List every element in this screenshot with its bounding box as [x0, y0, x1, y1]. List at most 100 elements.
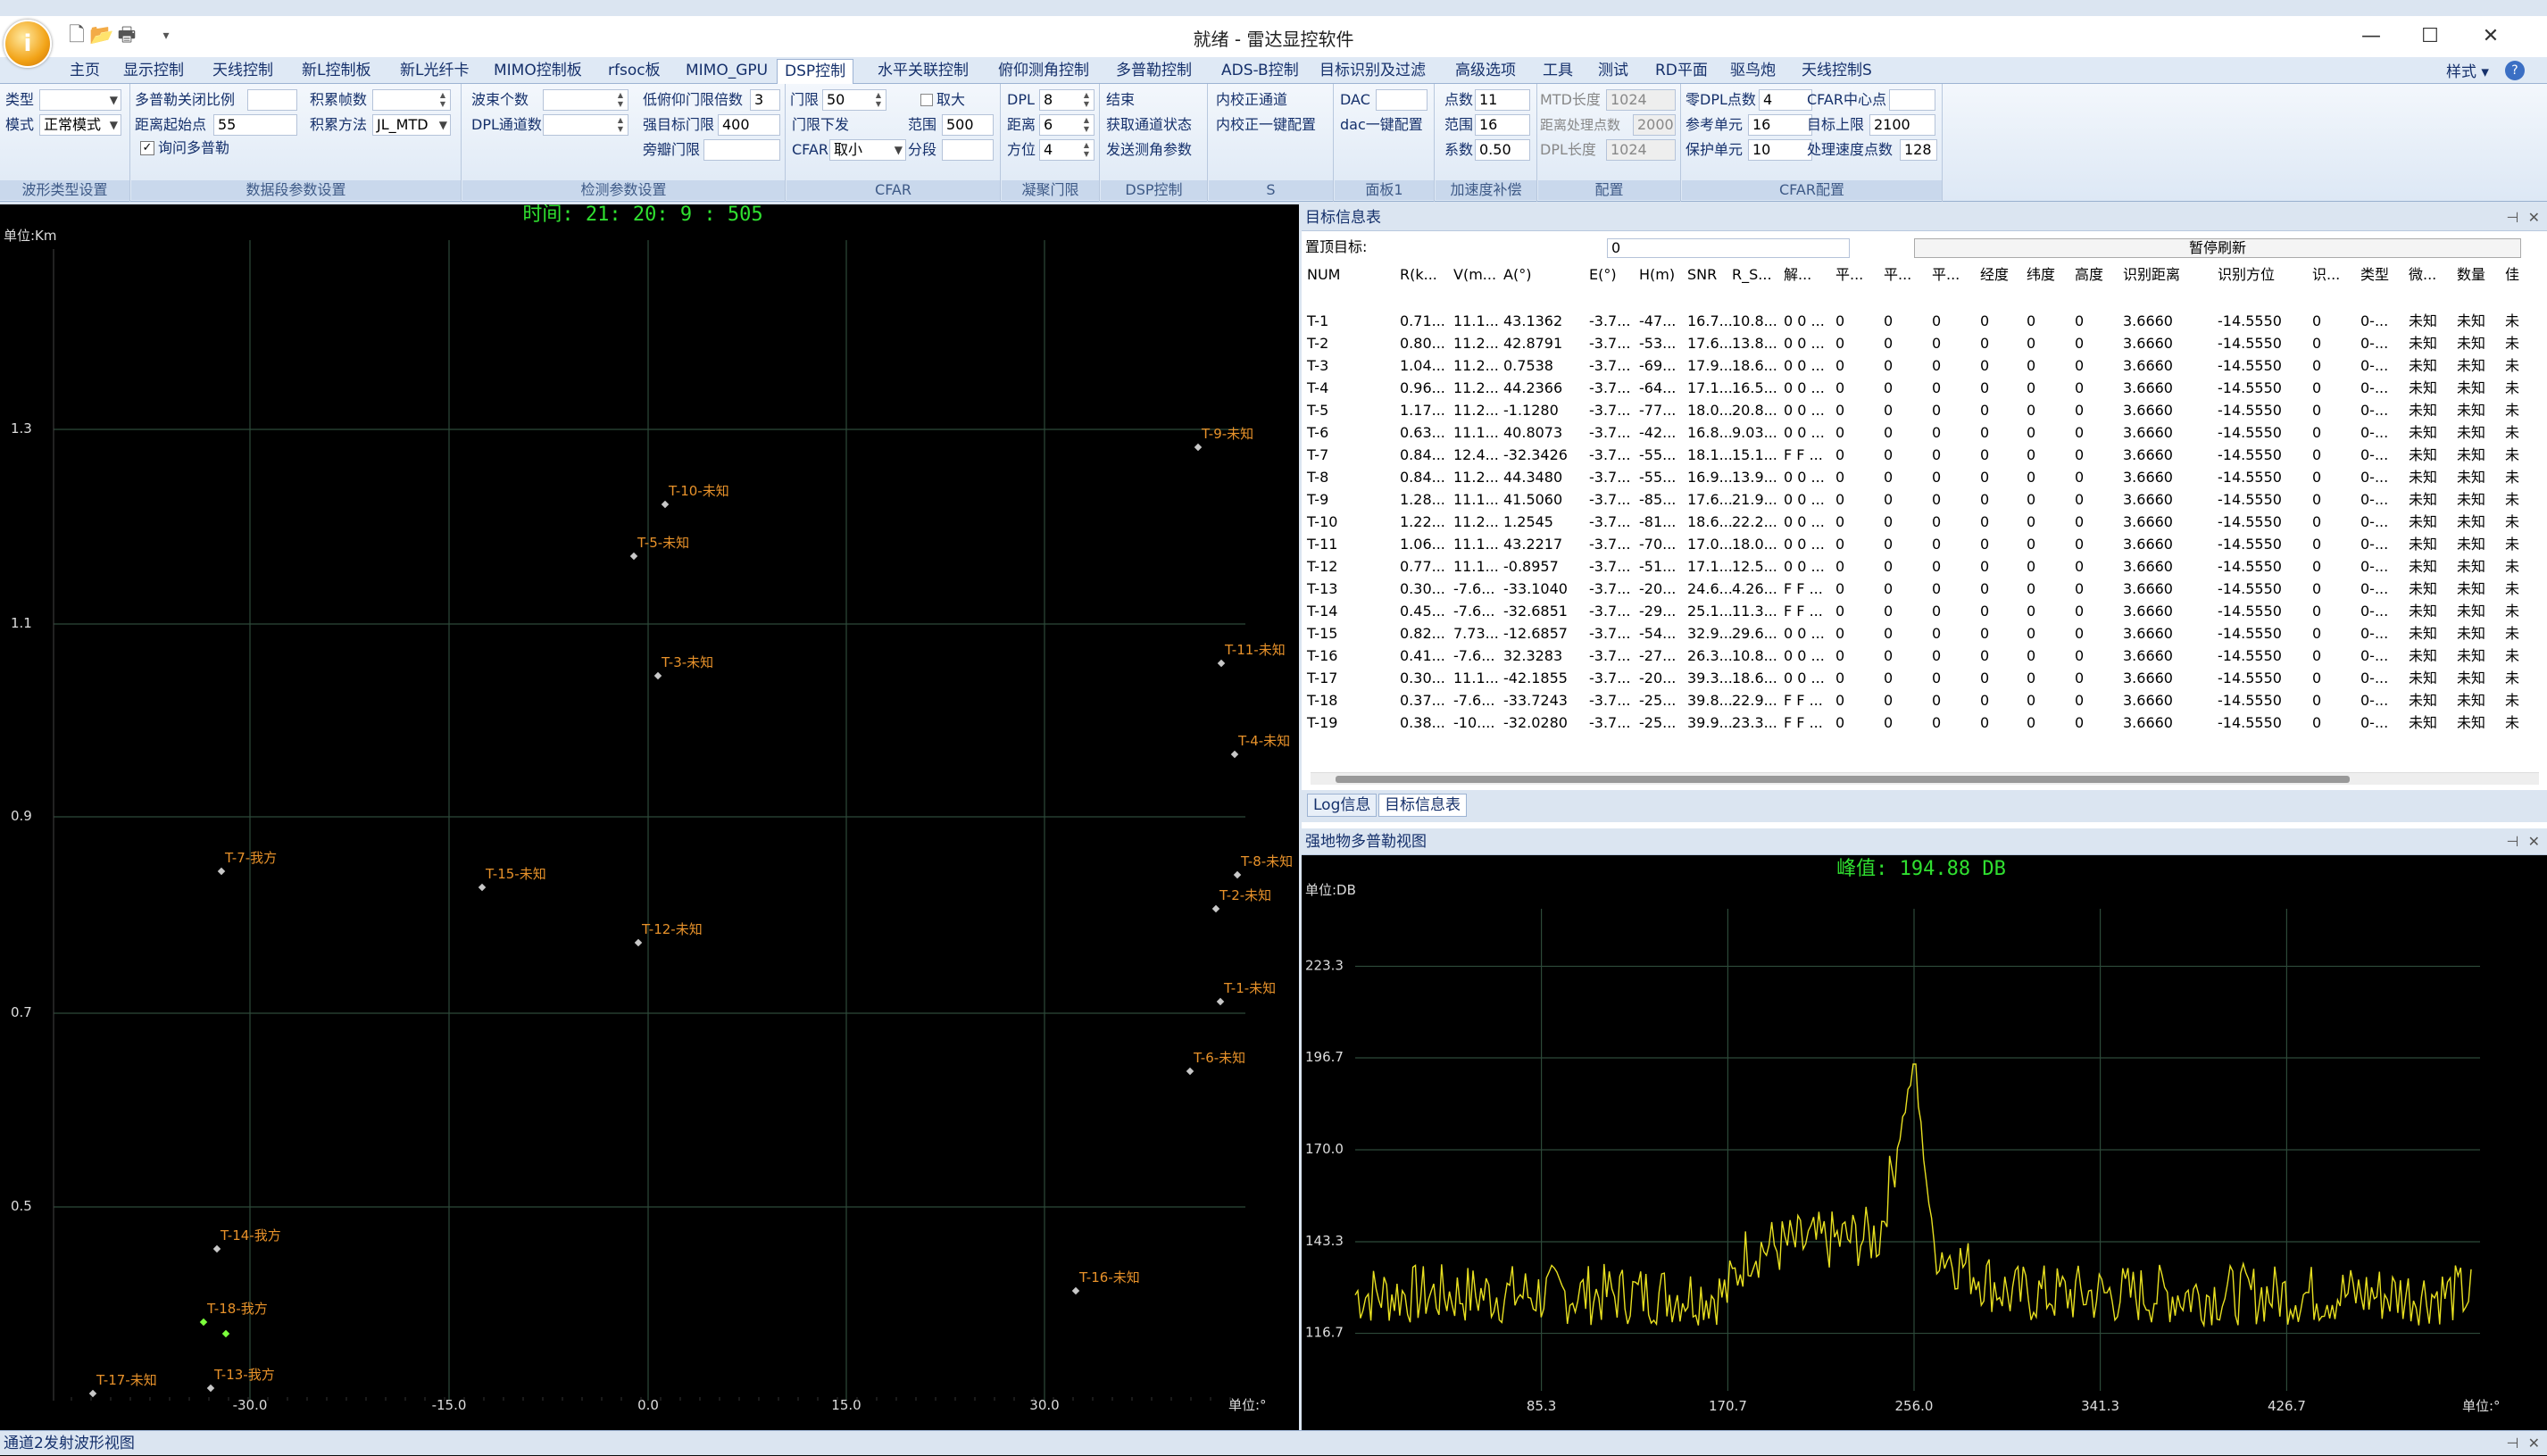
radar-target[interactable]: T-9-未知 — [1194, 426, 1253, 452]
table-header[interactable]: R_S... — [1732, 266, 1772, 284]
points-input[interactable]: 11 — [1475, 89, 1530, 111]
table-row[interactable]: T-9 1.28... 11.1... 41.5060 -3.7... -85... 17.… — [1306, 491, 2519, 508]
tab-5[interactable]: MIMO控制板 — [487, 59, 589, 84]
radar-target[interactable]: T-13-我方 — [206, 1367, 275, 1393]
table-row[interactable]: T-14 0.45... -7.6... -32.6851 -3.7... -29... 2… — [1306, 603, 2519, 620]
tab-7[interactable]: MIMO_GPU — [678, 59, 775, 84]
tab-3[interactable]: 新L控制板 — [295, 59, 378, 84]
radar-target-marker[interactable] — [1071, 1286, 1080, 1295]
radar-target-marker[interactable] — [221, 1329, 230, 1338]
beam-count-input[interactable]: ▲ ▼ — [543, 89, 628, 111]
radar-target-marker[interactable] — [629, 552, 638, 561]
table-row[interactable]: T-12 0.77... 11.1... -0.8957 -3.7... -51... 17… — [1306, 558, 2519, 575]
table-header[interactable]: 平... — [1835, 266, 1863, 283]
style-menu[interactable]: 样式 ▾ — [2446, 59, 2489, 81]
radar-target-marker[interactable] — [1211, 904, 1220, 913]
radar-target[interactable]: T-4-未知 — [1230, 733, 1290, 759]
calib-config-button[interactable]: 内校正一键配置 — [1216, 114, 1316, 136]
panel-close-icon[interactable]: ✕ — [2528, 209, 2540, 226]
accum-frames-input[interactable]: ▲ ▼ — [372, 89, 451, 111]
tab-2[interactable]: 天线控制 — [205, 59, 280, 84]
calib-channel-button[interactable]: 内校正通道 — [1216, 89, 1287, 111]
tab-6[interactable]: rfsoc板 — [601, 59, 668, 84]
tab-17[interactable]: RD平面 — [1648, 59, 1715, 84]
ask-doppler-checkbox[interactable]: ✓ — [140, 141, 154, 155]
pin-icon[interactable]: ⊣ — [2506, 209, 2518, 226]
pin-target-input[interactable]: 0 — [1607, 238, 1850, 258]
table-header[interactable]: 高度 — [2075, 266, 2103, 283]
dist-input[interactable]: 6 ▲ ▼ — [1039, 114, 1095, 136]
table-scrollbar[interactable] — [1311, 772, 2539, 785]
tab-log[interactable]: Log信息 — [1307, 794, 1378, 817]
radar-target[interactable]: T-3-未知 — [653, 654, 713, 680]
send-angle-button[interactable]: 发送测角参数 — [1106, 139, 1192, 161]
strong-gate-input[interactable]: 400 — [718, 114, 780, 136]
gate-down-button[interactable]: 门限下发 — [792, 114, 849, 136]
table-row[interactable]: T-8 0.84... 11.2... 44.3480 -3.7... -55... 16.… — [1306, 469, 2519, 486]
speed-points-input[interactable]: 128 — [1900, 139, 1937, 161]
help-icon[interactable]: ? — [2505, 61, 2525, 80]
radar-target[interactable]: T-10-未知 — [661, 483, 729, 509]
radar-target[interactable]: T-14-我方 — [212, 1227, 281, 1253]
table-row[interactable]: T-7 0.84... 12.4... -32.3426 -3.7... -55... 18… — [1306, 446, 2519, 463]
dac-input[interactable] — [1376, 89, 1427, 111]
table-row[interactable]: T-3 1.04... 11.2... 0.7538 -3.7... -69... 17.9… — [1306, 357, 2519, 374]
doppler-close-input[interactable] — [247, 89, 297, 111]
table-row[interactable]: T-6 0.63... 11.1... 40.8073 -3.7... -42... 16.… — [1306, 424, 2519, 441]
tab-1[interactable]: 显示控制 — [116, 59, 191, 84]
radar-target[interactable]: T-5-未知 — [629, 535, 689, 561]
app-menu-button[interactable]: i — [4, 20, 52, 68]
pause-refresh-button[interactable]: 暂停刷新 — [1914, 238, 2521, 258]
radar-target-marker[interactable] — [1217, 659, 1226, 668]
radar-target[interactable]: T-1-未知 — [1216, 980, 1276, 1006]
guard-unit-input[interactable]: 10 — [1748, 139, 1812, 161]
take-max-checkbox[interactable] — [920, 94, 933, 106]
pin-icon[interactable]: ⊣ — [2506, 1435, 2518, 1452]
table-row[interactable]: T-11 1.06... 11.1... 43.2217 -3.7... -70... 17… — [1306, 536, 2519, 553]
table-row[interactable]: T-5 1.17... 11.2... -1.1280 -3.7... -77... 18.… — [1306, 402, 2519, 419]
segment-input[interactable] — [942, 139, 994, 161]
maximize-button[interactable]: ☐ — [2401, 20, 2459, 54]
table-header[interactable]: E(°) — [1589, 266, 1617, 283]
tab-19[interactable]: 天线控制S — [1794, 59, 1879, 84]
cfar-select[interactable]: 取小 ▼ — [829, 139, 906, 161]
range-input[interactable]: 500 — [942, 114, 994, 136]
table-header[interactable]: H(m) — [1639, 266, 1675, 283]
tab-10[interactable]: 俯仰测角控制 — [991, 59, 1096, 84]
table-row[interactable]: T-1 0.71... 11.1... 43.1362 -3.7... -47... 16.… — [1306, 312, 2519, 329]
radar-target-marker[interactable] — [206, 1384, 215, 1393]
table-header[interactable]: 识别距离 — [2123, 266, 2180, 283]
table-row[interactable]: T-2 0.80... 11.2... 42.8791 -3.7... -53... 17.… — [1306, 335, 2519, 352]
accum-method-select[interactable]: JL_MTD ▼ — [372, 114, 451, 136]
table-row[interactable]: T-17 0.30... 11.1... -42.1855 -3.7... -20... 3… — [1306, 670, 2519, 686]
gate-input[interactable]: 50 ▲ ▼ — [822, 89, 886, 111]
table-header[interactable]: R(k... — [1400, 266, 1437, 283]
table-header[interactable]: A(°) — [1503, 266, 1531, 283]
azi-input[interactable]: 4 ▲ ▼ — [1039, 139, 1095, 161]
table-header[interactable]: 识别方位 — [2218, 266, 2275, 283]
table-header[interactable]: SNR — [1687, 266, 1717, 283]
tab-13[interactable]: 目标识别及过滤 — [1312, 59, 1433, 84]
radar-target-marker[interactable] — [1194, 443, 1203, 452]
table-header[interactable]: 佳 — [2505, 266, 2519, 283]
tab-target-info[interactable]: 目标信息表 — [1378, 794, 1467, 817]
get-state-button[interactable]: 获取通道状态 — [1106, 114, 1192, 136]
table-header[interactable]: V(m... — [1453, 266, 1496, 283]
tab-18[interactable]: 驱鸟炮 — [1723, 59, 1783, 84]
dac-config-button[interactable]: dac一键配置 — [1340, 114, 1423, 136]
radar-target[interactable]: T-11-未知 — [1217, 642, 1286, 668]
table-row[interactable]: T-15 0.82... 7.73... -12.6857 -3.7... -54... 3… — [1306, 625, 2519, 642]
table-row[interactable]: T-19 0.38... -10.... -32.0280 -3.7... -25... 3… — [1306, 714, 2519, 731]
table-row[interactable]: T-10 1.22... 11.2... 1.2545 -3.7... -81... 18.… — [1306, 513, 2519, 530]
table-header[interactable]: 经度 — [1980, 266, 2009, 283]
radar-view[interactable]: 时间: 21: 20: 9 : 505 单位:Km 单位:° 1.3 1.1 0.9… — [0, 204, 1299, 1430]
table-header[interactable]: 平... — [1932, 266, 1960, 283]
tab-4[interactable]: 新L光纤卡 — [393, 59, 476, 84]
tab-15[interactable]: 工具 — [1536, 59, 1580, 84]
radar-target[interactable]: T-6-未知 — [1186, 1050, 1245, 1076]
range2-input[interactable]: 16 — [1475, 114, 1530, 136]
ref-unit-input[interactable]: 16 — [1748, 114, 1812, 136]
radar-target[interactable]: T-18-我方 — [199, 1301, 268, 1327]
panel-close-icon[interactable]: ✕ — [2528, 1435, 2540, 1452]
table-row[interactable]: T-4 0.96... 11.2... 44.2366 -3.7... -64... 17.… — [1306, 379, 2519, 396]
